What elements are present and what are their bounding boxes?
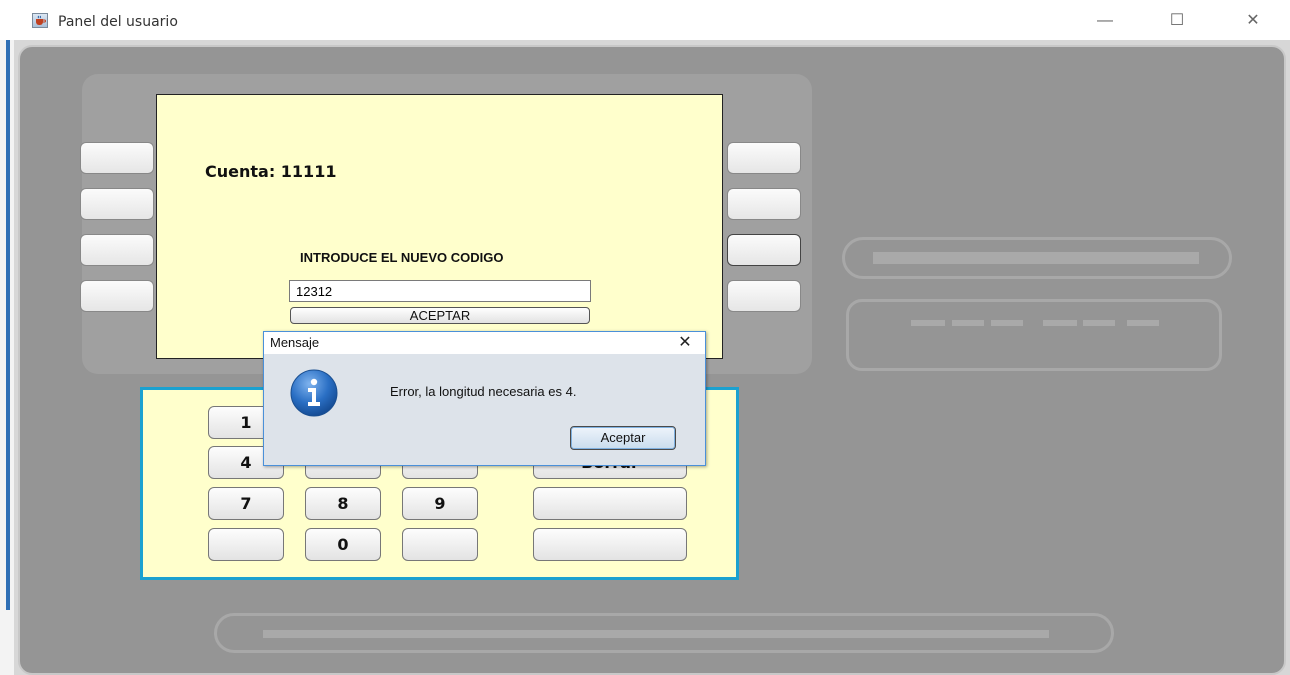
- cash-dispenser-slot: [214, 613, 1114, 653]
- left-side-button-2[interactable]: [80, 188, 154, 220]
- dialog-titlebar: Mensaje ✕: [264, 332, 705, 354]
- receipt-printer: [846, 299, 1222, 371]
- card-slot: [842, 237, 1232, 279]
- function-key-2[interactable]: [533, 487, 687, 520]
- minimize-button[interactable]: —: [1094, 10, 1116, 32]
- function-key-3[interactable]: [533, 528, 687, 561]
- blank-key-left[interactable]: [208, 528, 284, 561]
- right-side-button-2[interactable]: [727, 188, 801, 220]
- dialog-accept-button[interactable]: Aceptar: [570, 426, 676, 450]
- left-side-button-1[interactable]: [80, 142, 154, 174]
- left-side-button-3[interactable]: [80, 234, 154, 266]
- maximize-button[interactable]: ☐: [1166, 10, 1188, 32]
- java-cup-icon: [32, 13, 48, 28]
- account-label: Cuenta: 11111: [205, 162, 337, 181]
- key-9[interactable]: 9: [402, 487, 478, 520]
- key-8[interactable]: 8: [305, 487, 381, 520]
- new-code-input[interactable]: [289, 280, 591, 302]
- key-0[interactable]: 0: [305, 528, 381, 561]
- window-title: Panel del usuario: [58, 14, 178, 30]
- right-side-button-4[interactable]: [727, 280, 801, 312]
- key-7[interactable]: 7: [208, 487, 284, 520]
- dialog-close-button[interactable]: ✕: [670, 332, 700, 354]
- background-window-edge: [0, 40, 14, 675]
- message-dialog: Mensaje ✕ Error, la longitud necesaria e…: [263, 331, 706, 466]
- dialog-title: Mensaje: [270, 335, 320, 350]
- new-code-prompt: INTRODUCE EL NUEVO CODIGO: [300, 250, 504, 265]
- left-side-button-4[interactable]: [80, 280, 154, 312]
- right-side-button-1[interactable]: [727, 142, 801, 174]
- info-icon: [289, 368, 339, 423]
- right-side-button-3[interactable]: [727, 234, 801, 266]
- accept-code-button[interactable]: ACEPTAR: [290, 307, 590, 324]
- dialog-message: Error, la longitud necesaria es 4.: [390, 384, 577, 399]
- close-window-button[interactable]: ✕: [1242, 10, 1264, 32]
- blank-key-right[interactable]: [402, 528, 478, 561]
